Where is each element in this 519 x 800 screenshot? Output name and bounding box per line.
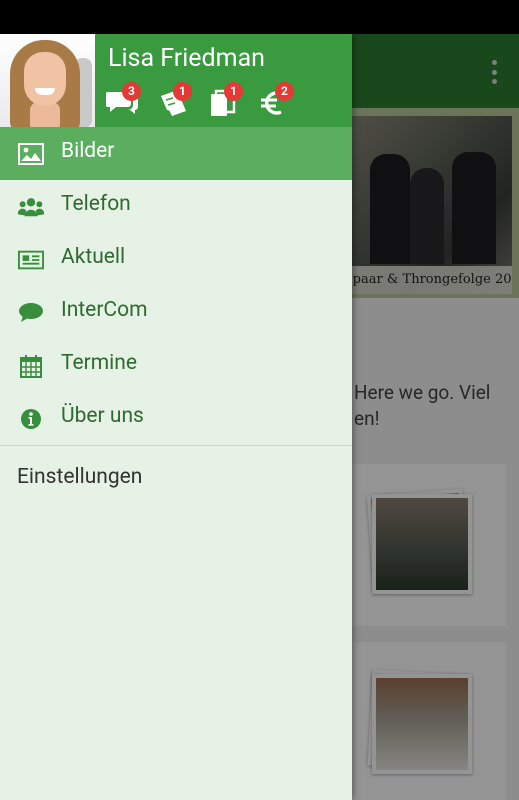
menu-label: InterCom xyxy=(61,298,148,322)
drawer-header: Lisa Friedman 3 1 1 2 xyxy=(0,34,352,127)
menu-item-telefon[interactable]: Telefon xyxy=(0,180,352,233)
menu-item-ueber-uns[interactable]: Über uns xyxy=(0,392,352,445)
avatar[interactable] xyxy=(0,34,95,127)
drawer-menu: Bilder Telefon Aktuell InterCom Termine … xyxy=(0,127,352,508)
chat-bubbles-icon[interactable]: 3 xyxy=(105,82,141,118)
newspaper-icon xyxy=(18,247,44,273)
image-icon xyxy=(18,141,44,167)
euro-icon[interactable]: 2 xyxy=(259,82,294,118)
status-bar xyxy=(0,0,519,34)
ticket-icon[interactable]: 1 xyxy=(157,82,192,118)
menu-item-bilder[interactable]: Bilder xyxy=(0,127,352,180)
menu-item-termine[interactable]: Termine xyxy=(0,339,352,392)
calendar-icon xyxy=(18,353,44,379)
badge: 1 xyxy=(173,82,192,101)
menu-item-aktuell[interactable]: Aktuell xyxy=(0,233,352,286)
documents-icon[interactable]: 1 xyxy=(208,82,243,118)
user-name: Lisa Friedman xyxy=(108,44,265,73)
menu-item-intercom[interactable]: InterCom xyxy=(0,286,352,339)
menu-label: Bilder xyxy=(61,139,115,163)
navigation-drawer: Lisa Friedman 3 1 1 2 Bilder Telefon Akt… xyxy=(0,34,352,800)
badge: 1 xyxy=(224,82,243,101)
settings-label: Einstellungen xyxy=(17,465,143,489)
menu-label: Über uns xyxy=(61,404,144,428)
chat-bubble-icon xyxy=(18,300,44,326)
menu-label: Telefon xyxy=(61,192,131,216)
settings-item[interactable]: Einstellungen xyxy=(0,446,352,508)
badge: 3 xyxy=(122,82,141,101)
badge: 2 xyxy=(275,82,294,101)
info-icon xyxy=(18,406,44,432)
menu-label: Termine xyxy=(61,351,138,375)
people-icon xyxy=(18,194,44,220)
menu-label: Aktuell xyxy=(61,245,126,269)
